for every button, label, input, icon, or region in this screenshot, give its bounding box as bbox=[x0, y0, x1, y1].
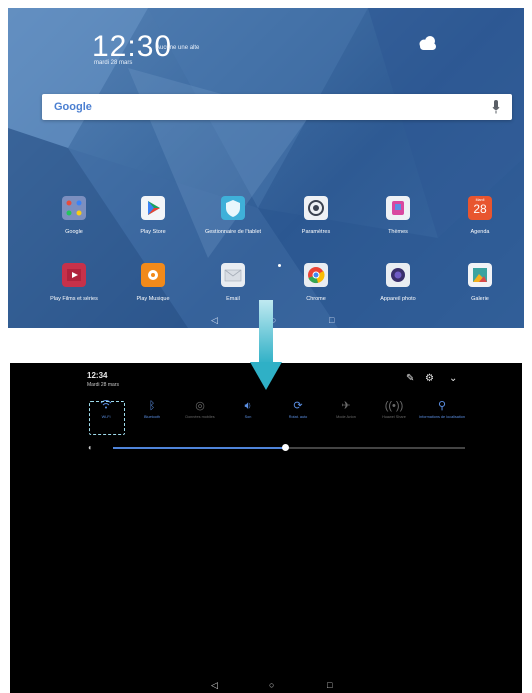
app-gallery[interactable]: Galerie bbox=[448, 263, 512, 302]
app-play-store[interactable]: Play Store bbox=[121, 196, 185, 235]
sound-icon: 🔉︎ bbox=[244, 400, 252, 412]
app-chrome[interactable]: Chrome bbox=[284, 263, 348, 302]
brightness-slider-thumb[interactable] bbox=[282, 444, 290, 451]
home-icon[interactable]: ○ bbox=[269, 681, 274, 690]
tile-label: Données mobiles bbox=[185, 415, 215, 419]
google-search-bar[interactable]: Google bbox=[42, 94, 512, 120]
brightness-control: ◐ bbox=[88, 443, 468, 453]
panel-date: Mardi 28 mars bbox=[87, 382, 119, 388]
quick-settings-tiles: Wi-Fi ᛒ Bluetooth ◎ Données mobiles 🔉︎ S… bbox=[10, 399, 522, 449]
app-calendar[interactable]: Mardi 28 Agenda bbox=[448, 196, 512, 235]
brightness-slider[interactable] bbox=[113, 444, 465, 451]
tile-label: Huawei Share bbox=[382, 415, 406, 419]
airplane-icon: ✈ bbox=[341, 400, 351, 412]
brightness-slider-fill bbox=[113, 447, 286, 449]
settings-icon bbox=[304, 196, 328, 220]
calendar-icon: Mardi 28 bbox=[468, 196, 492, 220]
app-camera[interactable]: Appareil photo bbox=[366, 263, 430, 302]
play-store-icon bbox=[141, 196, 165, 220]
swipe-down-arrow bbox=[250, 300, 282, 390]
back-icon[interactable]: ◁ bbox=[211, 316, 218, 325]
brightness-icon: ◐ bbox=[88, 443, 93, 452]
app-label: Agenda bbox=[470, 229, 490, 235]
clock-subtitle: Aucune une alte bbox=[156, 45, 200, 51]
tile-label: Informations de localisation bbox=[418, 415, 465, 419]
google-folder-icon bbox=[62, 196, 86, 220]
app-label: Galerie bbox=[471, 296, 489, 302]
app-label: Paramètres bbox=[301, 229, 331, 235]
tile-huawei-share[interactable]: ((•)) Huawei Share bbox=[370, 399, 418, 420]
auto-rotate-icon: ⟳ bbox=[293, 400, 303, 412]
app-label: Play Musique bbox=[136, 296, 170, 302]
notification-panel-screenshot: 12:34 Mardi 28 mars ✎ ⚙ ⌄ Wi-Fi ᛒ Blueto… bbox=[10, 363, 522, 693]
tile-label: Rotat. auto bbox=[288, 415, 308, 419]
app-tablet-manager[interactable]: Gestionnaire de l'tablet bbox=[201, 196, 265, 235]
tile-label: Son bbox=[244, 415, 252, 419]
microphone-icon[interactable] bbox=[492, 100, 500, 114]
edit-icon[interactable]: ✎ bbox=[406, 373, 414, 384]
app-play-music[interactable]: Play Musique bbox=[121, 263, 185, 302]
app-play-movies[interactable]: Play Films et séries bbox=[42, 263, 106, 302]
app-label: Play Store bbox=[140, 229, 166, 235]
clock-date: mardi 28 mars bbox=[94, 60, 133, 66]
tile-airplane-mode[interactable]: ✈ Mode Avion bbox=[322, 399, 370, 420]
chrome-icon bbox=[304, 263, 328, 287]
back-icon[interactable]: ◁ bbox=[211, 681, 218, 690]
recents-icon[interactable]: □ bbox=[329, 316, 334, 325]
shield-icon bbox=[221, 196, 245, 220]
app-google-folder[interactable]: Google bbox=[42, 196, 106, 235]
app-label: Appareil photo bbox=[380, 296, 416, 302]
gear-icon[interactable]: ⚙ bbox=[425, 373, 434, 384]
share-icon: ((•)) bbox=[384, 400, 404, 412]
tile-label: Mode Avion bbox=[336, 415, 356, 419]
tile-sound[interactable]: 🔉︎ Son bbox=[224, 399, 272, 420]
app-label: Chrome bbox=[306, 296, 326, 302]
home-screen-screenshot: 12:30 Aucune une alte mardi 28 mars Goog… bbox=[8, 8, 524, 328]
app-themes[interactable]: Thèmes bbox=[366, 196, 430, 235]
app-label: Thèmes bbox=[388, 229, 408, 235]
camera-icon bbox=[386, 263, 410, 287]
tile-bluetooth[interactable]: ᛒ Bluetooth bbox=[128, 399, 176, 420]
google-logo: Google bbox=[54, 101, 92, 113]
panel-time: 12:34 bbox=[87, 371, 108, 380]
app-email[interactable]: Email bbox=[201, 263, 265, 302]
app-label: Google bbox=[65, 229, 83, 235]
calendar-day: 28 bbox=[473, 202, 487, 216]
recents-icon[interactable]: □ bbox=[327, 681, 332, 690]
play-movies-icon bbox=[62, 263, 86, 287]
app-label: Play Films et séries bbox=[50, 296, 98, 302]
themes-icon bbox=[386, 196, 410, 220]
location-icon: ⚲ bbox=[437, 400, 447, 412]
navigation-bar: ◁ ○ □ bbox=[10, 681, 522, 693]
mobile-data-icon: ◎ bbox=[195, 400, 205, 412]
tile-label: Bluetooth bbox=[143, 415, 161, 419]
wifi-tile-highlight bbox=[89, 401, 125, 435]
page-indicator bbox=[278, 264, 281, 267]
bluetooth-icon: ᛒ bbox=[148, 400, 156, 412]
weather-cloud-icon[interactable] bbox=[416, 35, 438, 51]
app-label: Gestionnaire de l'tablet bbox=[204, 229, 262, 235]
tile-auto-rotate[interactable]: ⟳ Rotat. auto bbox=[274, 399, 322, 420]
play-music-icon bbox=[141, 263, 165, 287]
app-settings[interactable]: Paramètres bbox=[284, 196, 348, 235]
email-icon bbox=[221, 263, 245, 287]
gallery-icon bbox=[468, 263, 492, 287]
chevron-down-icon[interactable]: ⌄ bbox=[449, 373, 457, 384]
tile-location[interactable]: ⚲ Informations de localisation bbox=[418, 399, 466, 420]
tile-mobile-data[interactable]: ◎ Données mobiles bbox=[176, 399, 224, 420]
